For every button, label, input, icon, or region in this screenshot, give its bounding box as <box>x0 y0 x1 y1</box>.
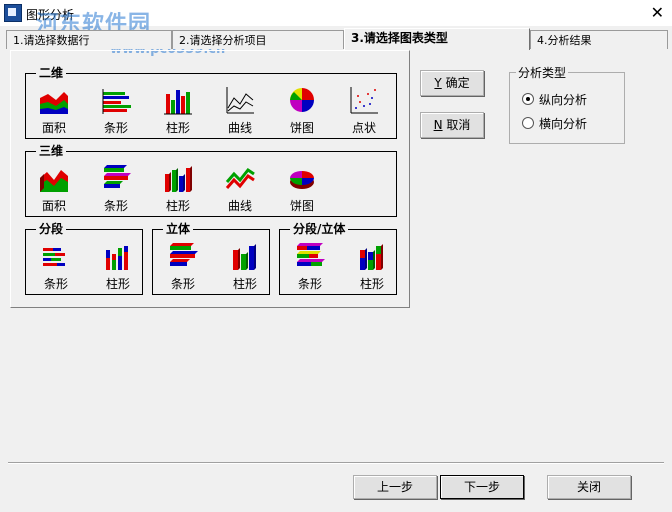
pie-chart-icon <box>290 88 314 112</box>
item-label: 条形 <box>297 277 322 291</box>
item-label: 条形 <box>103 199 128 213</box>
column-chart-icon <box>164 90 192 115</box>
tab-results[interactable]: 4.分析结果 <box>530 30 668 49</box>
bottom-separator <box>8 462 664 464</box>
item-label: 柱形 <box>359 277 384 291</box>
radio-vertical-analysis[interactable]: 纵向分析 <box>522 91 587 108</box>
stacked-solid-bar-icon <box>297 243 325 266</box>
ok-hotkey: Y <box>434 76 442 90</box>
chart-2d-bar[interactable]: 条形 <box>96 84 136 136</box>
cancel-button[interactable]: N 取消 <box>420 112 484 138</box>
tab-label: 2.请选择分析项目 <box>179 34 267 47</box>
item-label: 曲线 <box>227 199 252 213</box>
item-label: 柱形 <box>232 277 257 291</box>
item-label: 柱形 <box>165 121 190 135</box>
analysis-type-group: 分析类型 纵向分析 横向分析 <box>509 64 625 144</box>
group-3d: 三维 面积 条形 柱形 曲线 饼图 <box>25 144 397 217</box>
area-chart-icon <box>40 92 68 114</box>
group-segment-title: 分段 <box>36 222 67 236</box>
item-label: 饼图 <box>289 199 314 213</box>
item-label: 柱形 <box>105 277 130 291</box>
app-icon <box>4 4 22 22</box>
close-button[interactable]: 关闭 <box>547 475 631 499</box>
bar-chart-icon <box>102 89 131 114</box>
radio-label: 横向分析 <box>539 117 588 131</box>
scatter-chart-icon <box>350 87 378 114</box>
ok-button[interactable]: Y 确定 <box>420 70 484 96</box>
chart-solid-column[interactable]: 柱形 <box>225 240 265 292</box>
item-label: 柱形 <box>165 199 190 213</box>
chart-3d-bar[interactable]: 条形 <box>96 162 136 214</box>
chart-segment-solid-column[interactable]: 柱形 <box>352 240 392 292</box>
radio-horizontal-analysis[interactable]: 横向分析 <box>522 115 587 132</box>
radio-label: 纵向分析 <box>539 93 588 107</box>
tab-select-rows[interactable]: 1.请选择数据行 <box>6 30 172 49</box>
group-solid: 立体 条形 柱形 <box>152 222 270 295</box>
chart-3d-area[interactable]: 面积 <box>34 162 74 214</box>
chart-2d-area[interactable]: 面积 <box>34 84 74 136</box>
title-bar: 图形分析 河东软件园 ✕ <box>0 0 672 37</box>
pie-3d-icon <box>290 171 314 189</box>
item-label: 饼图 <box>289 121 314 135</box>
area-3d-icon <box>40 170 68 192</box>
tab-label: 4.分析结果 <box>537 34 592 47</box>
group-segment: 分段 条形 柱形 <box>25 222 143 295</box>
bar-3d-icon <box>104 165 131 188</box>
prev-button[interactable]: 上一步 <box>353 475 437 499</box>
wizard-tabs: 1.请选择数据行 2.请选择分析项目 3.请选择图表类型 4.分析结果 <box>6 28 668 50</box>
close-icon[interactable]: ✕ <box>651 3 664 22</box>
analysis-type-title: 分析类型 <box>516 64 569 81</box>
radio-dot <box>522 117 534 129</box>
item-label: 面积 <box>41 121 66 135</box>
chart-segment-bar[interactable]: 条形 <box>36 240 76 292</box>
tab-label: 1.请选择数据行 <box>13 34 90 47</box>
item-label: 条形 <box>43 277 68 291</box>
tab-select-items[interactable]: 2.请选择分析项目 <box>172 30 344 49</box>
group-segment-solid: 分段/立体 条形 柱形 <box>279 222 397 295</box>
close-label: 关闭 <box>576 480 601 494</box>
chart-2d-pie[interactable]: 饼图 <box>282 84 322 136</box>
chart-2d-column[interactable]: 柱形 <box>158 84 198 136</box>
solid-column-icon <box>233 244 256 270</box>
ok-label: 确定 <box>445 76 470 90</box>
group-solid-title: 立体 <box>163 222 194 236</box>
group-2d-title: 二维 <box>36 66 67 80</box>
tab-label: 3.请选择图表类型 <box>351 31 448 45</box>
solid-bar-icon <box>170 243 198 266</box>
chart-3d-column[interactable]: 柱形 <box>158 162 198 214</box>
group-segment-solid-title: 分段/立体 <box>290 222 349 236</box>
line-3d-icon <box>225 167 255 189</box>
item-label: 面积 <box>41 199 66 213</box>
chart-2d-scatter[interactable]: 点状 <box>344 84 384 136</box>
chart-solid-bar[interactable]: 条形 <box>163 240 203 292</box>
group-3d-title: 三维 <box>36 144 67 158</box>
stacked-bar-icon <box>43 248 65 266</box>
column-3d-icon <box>165 166 192 192</box>
item-label: 曲线 <box>227 121 252 135</box>
item-label: 条形 <box>170 277 195 291</box>
line-chart-icon <box>226 87 254 114</box>
stacked-column-icon <box>106 246 128 270</box>
chart-type-panel: 二维 面积 条形 柱形 曲线 饼图 点状 三维 面积 条形 柱形 曲线 饼图 分… <box>10 50 410 308</box>
group-2d: 二维 面积 条形 柱形 曲线 饼图 点状 <box>25 66 397 139</box>
cancel-label: 取消 <box>446 118 471 132</box>
item-label: 条形 <box>103 121 128 135</box>
item-label: 点状 <box>351 121 376 135</box>
next-label: 下一步 <box>463 480 500 494</box>
stacked-solid-column-icon <box>360 244 383 270</box>
chart-3d-line[interactable]: 曲线 <box>220 162 260 214</box>
cancel-hotkey: N <box>433 118 443 132</box>
radio-dot-checked <box>522 93 534 105</box>
prev-label: 上一步 <box>376 480 413 494</box>
chart-segment-column[interactable]: 柱形 <box>98 240 138 292</box>
chart-segment-solid-bar[interactable]: 条形 <box>290 240 330 292</box>
chart-3d-pie[interactable]: 饼图 <box>282 162 322 214</box>
tab-select-chart-type[interactable]: 3.请选择图表类型 <box>344 28 530 50</box>
chart-2d-line[interactable]: 曲线 <box>220 84 260 136</box>
next-button[interactable]: 下一步 <box>440 475 524 499</box>
